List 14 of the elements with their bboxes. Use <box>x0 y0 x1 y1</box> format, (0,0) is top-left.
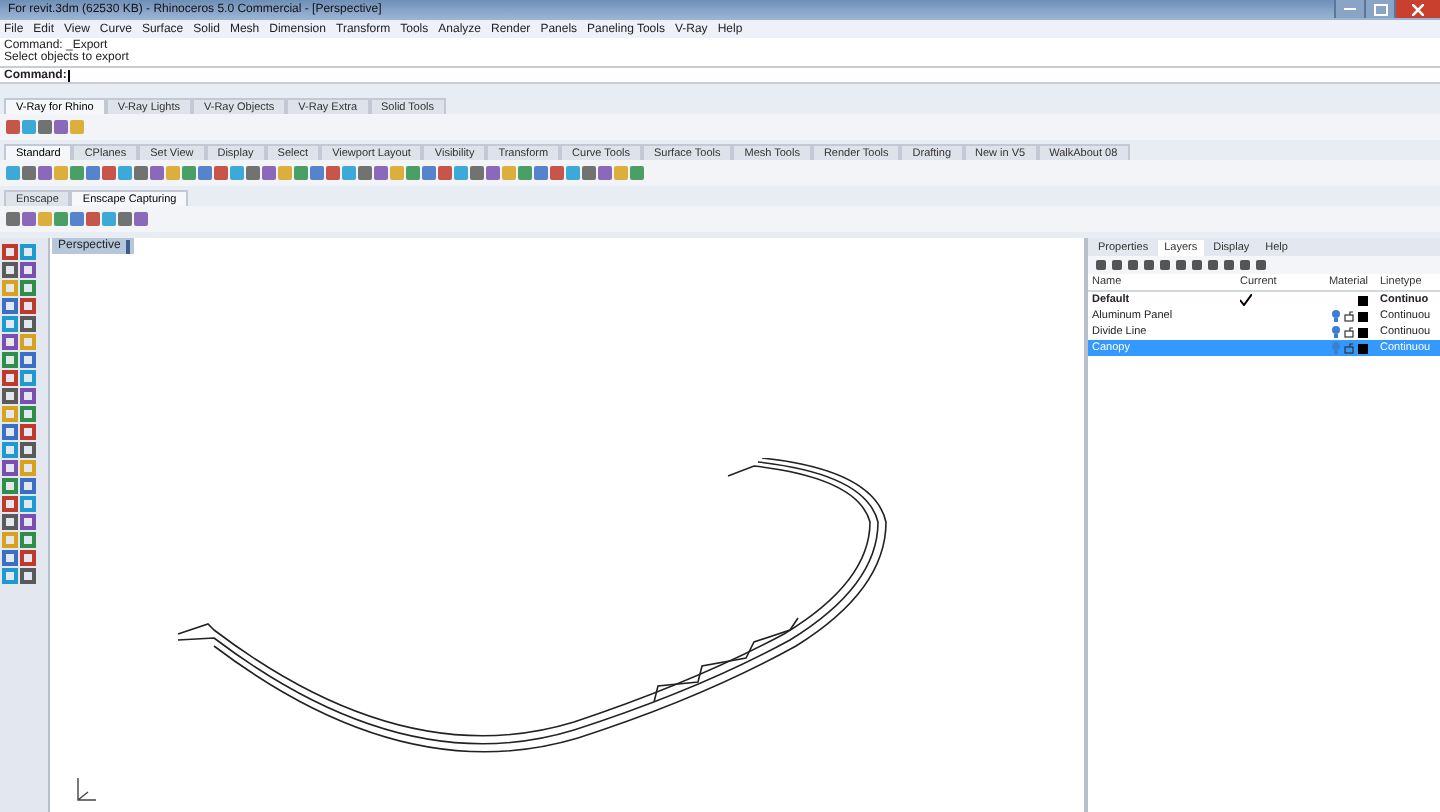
lock-icon[interactable] <box>1344 310 1354 322</box>
bulb-icon[interactable] <box>1332 326 1340 338</box>
axis-icon <box>74 776 98 804</box>
lock-icon[interactable] <box>1344 342 1354 354</box>
layer-color-swatch[interactable] <box>1358 343 1368 353</box>
layer-color-swatch[interactable] <box>1358 311 1368 321</box>
lock-icon[interactable] <box>1344 326 1354 338</box>
layer-color-swatch[interactable] <box>1358 327 1368 337</box>
close-button[interactable] <box>1394 0 1440 18</box>
layer-color-swatch[interactable] <box>1358 295 1368 305</box>
bulb-icon[interactable] <box>1332 310 1340 322</box>
close-icon <box>1412 3 1424 15</box>
minimize-button[interactable] <box>1334 0 1364 18</box>
maximize-button[interactable] <box>1364 0 1394 18</box>
